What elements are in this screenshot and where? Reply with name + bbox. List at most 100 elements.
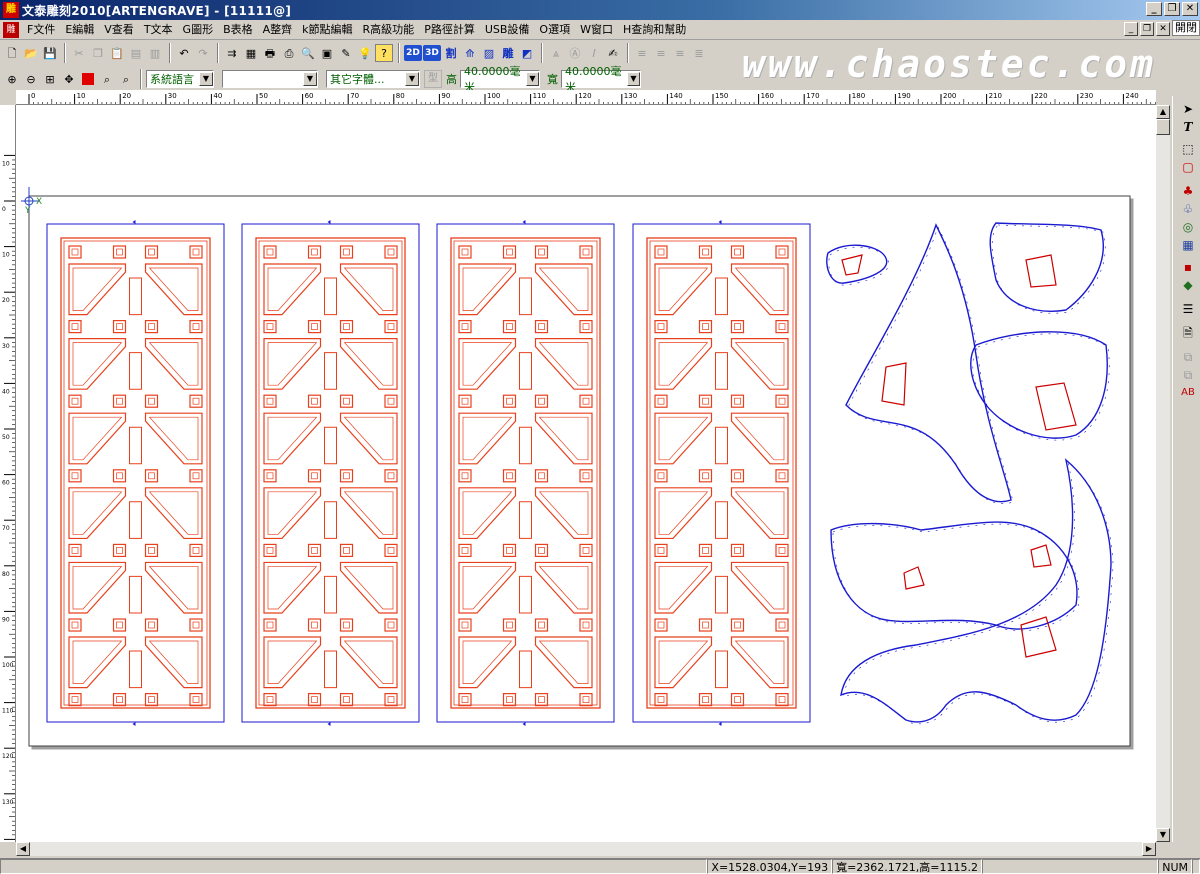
list-tool-icon[interactable]: ☰ [1179, 300, 1197, 318]
close-button[interactable]: ✕ [1182, 2, 1198, 16]
doc-restore-button[interactable]: ❐ [1140, 22, 1154, 36]
align-right-icon[interactable]: ≡ [671, 44, 689, 62]
mode-2d-button[interactable]: 2D [404, 45, 422, 61]
vertical-scroll-thumb[interactable] [1156, 119, 1170, 135]
help-icon[interactable]: ? [375, 44, 393, 62]
bulb-icon[interactable]: 💡 [356, 44, 374, 62]
text-tool-icon[interactable]: T [1179, 118, 1197, 136]
drawing-canvas[interactable]: X Y [16, 105, 1156, 842]
fill-tool-icon[interactable]: ♣ [1179, 182, 1197, 200]
restore-button[interactable]: ❐ [1164, 2, 1180, 16]
open-icon[interactable]: 📂 [22, 44, 40, 62]
language-select[interactable]: 系統語言 ▼ [146, 70, 214, 88]
scroll-left-button[interactable]: ◀ [16, 842, 30, 856]
frame-icon[interactable]: ▣ [318, 44, 336, 62]
undo-icon[interactable]: ↶ [175, 44, 193, 62]
layout-icon[interactable]: ▦ [242, 44, 260, 62]
import-icon[interactable]: ⇉ [223, 44, 241, 62]
document-icon[interactable]: 雕 [3, 21, 19, 38]
save-icon[interactable]: 💾 [41, 44, 59, 62]
height-input[interactable]: 40.0000毫米 ▼ [460, 65, 540, 94]
ruler-tick-label: 120 [2, 753, 14, 760]
cut-mode-button[interactable]: 割 [442, 44, 460, 62]
doc-minimize-button[interactable]: _ [1124, 22, 1138, 36]
select-arrow-icon[interactable]: ➤ [1179, 100, 1197, 118]
pen-icon[interactable]: ✎ [337, 44, 355, 62]
node-edit-icon[interactable]: ⬚ [1179, 140, 1197, 158]
paint-bucket-icon[interactable]: ◆ [1179, 276, 1197, 294]
new-icon[interactable]: 🗋 [3, 44, 21, 62]
zoom-in-icon[interactable]: ⊕ [3, 70, 21, 88]
clipboard-icon[interactable]: ▤ [127, 44, 145, 62]
menu-help[interactable]: H查詢和幫助 [618, 21, 691, 39]
width-input[interactable]: 40.0000毫米 ▼ [561, 65, 641, 94]
menu-file[interactable]: F文件 [22, 21, 60, 39]
doc-close-button[interactable]: ✕ [1156, 22, 1170, 36]
align-left-icon[interactable]: ≡ [633, 44, 651, 62]
page-tool-icon[interactable]: 🗎 [1179, 324, 1197, 342]
toolpath-icon[interactable]: ⟰ [461, 44, 479, 62]
outline-tool-icon[interactable]: ♧ [1179, 200, 1197, 218]
scan-icon[interactable]: ⎙ [280, 44, 298, 62]
horizontal-scrollbar[interactable]: ◀ ▶ [16, 842, 1156, 856]
menu-window[interactable]: W窗口 [575, 21, 618, 39]
table-tool-icon[interactable]: ▦ [1179, 236, 1197, 254]
zoom-out-icon[interactable]: ⊖ [22, 70, 40, 88]
layer-up-icon[interactable]: ⧉ [1179, 348, 1197, 366]
vertical-ruler[interactable]: 100102030405060708090100110120130140 [0, 105, 16, 842]
menu-path-calc[interactable]: P路徑計算 [419, 21, 480, 39]
vertical-scrollbar[interactable]: ▲ ▼ [1156, 105, 1170, 842]
menu-node-edit[interactable]: k節點編輯 [297, 21, 357, 39]
hatch-icon[interactable]: ▨ [480, 44, 498, 62]
pan-icon[interactable]: ✥ [60, 70, 78, 88]
menu-advanced[interactable]: R高級功能 [358, 21, 420, 39]
zoom-fit-icon[interactable]: ⊞ [41, 70, 59, 88]
menu-options[interactable]: O選項 [534, 21, 575, 39]
type-button[interactable]: 型 [424, 70, 442, 88]
ruler-tick-label: 200 [943, 92, 956, 100]
menu-usb-device[interactable]: USB設備 [480, 21, 535, 39]
mode-3d-button[interactable]: 3D [423, 45, 441, 61]
menu-text[interactable]: T文本 [139, 21, 178, 39]
scroll-up-button[interactable]: ▲ [1156, 105, 1170, 119]
justify-icon[interactable]: ≣ [690, 44, 708, 62]
menu-view[interactable]: V查看 [99, 21, 139, 39]
text-fit-icon[interactable]: ⩓ [547, 44, 565, 62]
font-name-select[interactable]: ▼ [222, 70, 318, 88]
cut-icon[interactable]: ✂ [70, 44, 88, 62]
ruler-tick-label: 230 [1080, 92, 1093, 100]
italic-icon[interactable]: 𝐼 [585, 44, 603, 62]
ab-tool-icon[interactable]: AB [1179, 384, 1197, 402]
zoom-page-icon[interactable]: ⌕ [98, 70, 116, 88]
zoom-all-icon[interactable]: ⌕ [117, 70, 135, 88]
palette-icon[interactable]: ◩ [518, 44, 536, 62]
text-a-icon[interactable]: Ⓐ [566, 44, 584, 62]
redo-icon[interactable]: ↷ [194, 44, 212, 62]
print-icon[interactable]: 🖶 [261, 44, 279, 62]
horizontal-ruler[interactable]: 0 10 20 30 40 50 60 70 80 90 100 110 120 130 140 150 160… [16, 90, 1156, 105]
menu-graphics[interactable]: G圖形 [178, 21, 219, 39]
ruler-tick-label: 50 [259, 92, 268, 100]
red-square-icon[interactable] [79, 70, 97, 88]
chevron-down-icon: ▼ [303, 72, 317, 86]
carve-button[interactable]: 雕 [499, 44, 517, 62]
other-font-select[interactable]: 其它字體... ▼ [326, 70, 420, 88]
align-center-icon[interactable]: ≡ [652, 44, 670, 62]
color-grid-icon[interactable]: ▪ [1179, 258, 1197, 276]
menu-edit[interactable]: E編輯 [60, 21, 99, 39]
minimize-button[interactable]: _ [1146, 2, 1162, 16]
paste-special-icon[interactable]: ▥ [146, 44, 164, 62]
scroll-down-button[interactable]: ▼ [1156, 828, 1170, 842]
text-edit-icon[interactable]: ✍ [604, 44, 622, 62]
rectangle-tool-icon[interactable]: ▢ [1179, 158, 1197, 176]
menu-table[interactable]: B表格 [218, 21, 258, 39]
copy-icon[interactable]: ❐ [89, 44, 107, 62]
paste-icon[interactable]: 📋 [108, 44, 126, 62]
preview-icon[interactable]: 🔍 [299, 44, 317, 62]
shapes-tool-icon[interactable]: ◎ [1179, 218, 1197, 236]
layer-down-icon[interactable]: ⧉ [1179, 366, 1197, 384]
scroll-right-button[interactable]: ▶ [1142, 842, 1156, 856]
ruler-tick-label: 90 [2, 616, 10, 623]
menu-align[interactable]: A整齊 [258, 21, 298, 39]
toggle-panel-button[interactable]: 開閉 [1172, 20, 1200, 36]
